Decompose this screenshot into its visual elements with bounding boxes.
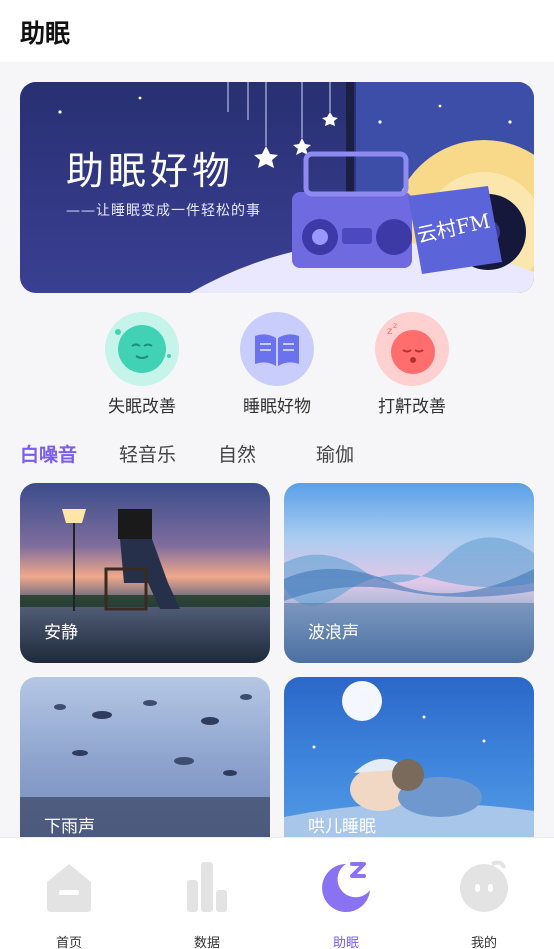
promo-banner[interactable]: 助眠好物 ——让睡眠变成一件轻松的事 云村FM	[20, 82, 534, 293]
page-title: 助眠	[20, 19, 71, 48]
moon-icon	[322, 862, 370, 912]
home-icon	[47, 864, 91, 912]
card-label: 下雨声	[44, 817, 95, 837]
banner-title: 助眠好物	[66, 149, 235, 193]
tabbar-label: 助眠	[332, 936, 359, 949]
sound-card-rain[interactable]: 下雨声	[20, 677, 270, 857]
tabbar-data[interactable]: 数据	[157, 838, 257, 949]
tab-nature[interactable]: 自然	[218, 440, 256, 467]
sound-card-waves[interactable]: 波浪声	[284, 483, 534, 663]
card-label: 哄儿睡眠	[308, 817, 376, 837]
top-header: 助眠	[0, 0, 554, 62]
quick-label: 睡眠好物	[243, 397, 311, 417]
sleepy-face-icon	[105, 312, 179, 386]
quick-label: 失眠改善	[108, 397, 176, 417]
bar-chart-icon	[187, 862, 227, 912]
tabbar-label: 首页	[55, 936, 82, 949]
tabbar-label: 我的	[470, 936, 497, 949]
snoring-face-icon: z z	[375, 312, 449, 386]
tab-white-noise[interactable]: 白噪音	[20, 440, 77, 467]
bottom-tab-bar: 首页 数据 助眠 我的	[0, 837, 554, 949]
banner-subtitle: ——让睡眠变成一件轻松的事	[66, 203, 261, 219]
category-tabs: 白噪音 轻音乐 自然 瑜伽	[0, 440, 554, 474]
tabbar-mine[interactable]: 我的	[434, 838, 534, 949]
card-label: 安静	[44, 623, 78, 643]
tab-light-music[interactable]: 轻音乐	[119, 440, 176, 467]
sound-card-quiet[interactable]: 安静	[20, 483, 270, 663]
profile-face-icon	[460, 860, 508, 912]
quick-label: 打鼾改善	[378, 397, 446, 417]
tabbar-sleep-aid[interactable]: 助眠	[296, 838, 396, 949]
svg-text:z: z	[387, 326, 392, 337]
quick-sleep-goods[interactable]: 睡眠好物	[222, 312, 332, 417]
sound-card-lullaby[interactable]: 哄儿睡眠	[284, 677, 534, 857]
tab-yoga[interactable]: 瑜伽	[316, 440, 354, 467]
svg-text:z: z	[393, 321, 397, 330]
tabbar-home[interactable]: 首页	[19, 838, 119, 949]
quick-snoring[interactable]: z z 打鼾改善	[357, 312, 467, 417]
card-label: 波浪声	[308, 623, 359, 643]
book-icon	[240, 312, 314, 386]
tabbar-label: 数据	[193, 936, 220, 949]
quick-insomnia[interactable]: 失眠改善	[87, 312, 197, 417]
